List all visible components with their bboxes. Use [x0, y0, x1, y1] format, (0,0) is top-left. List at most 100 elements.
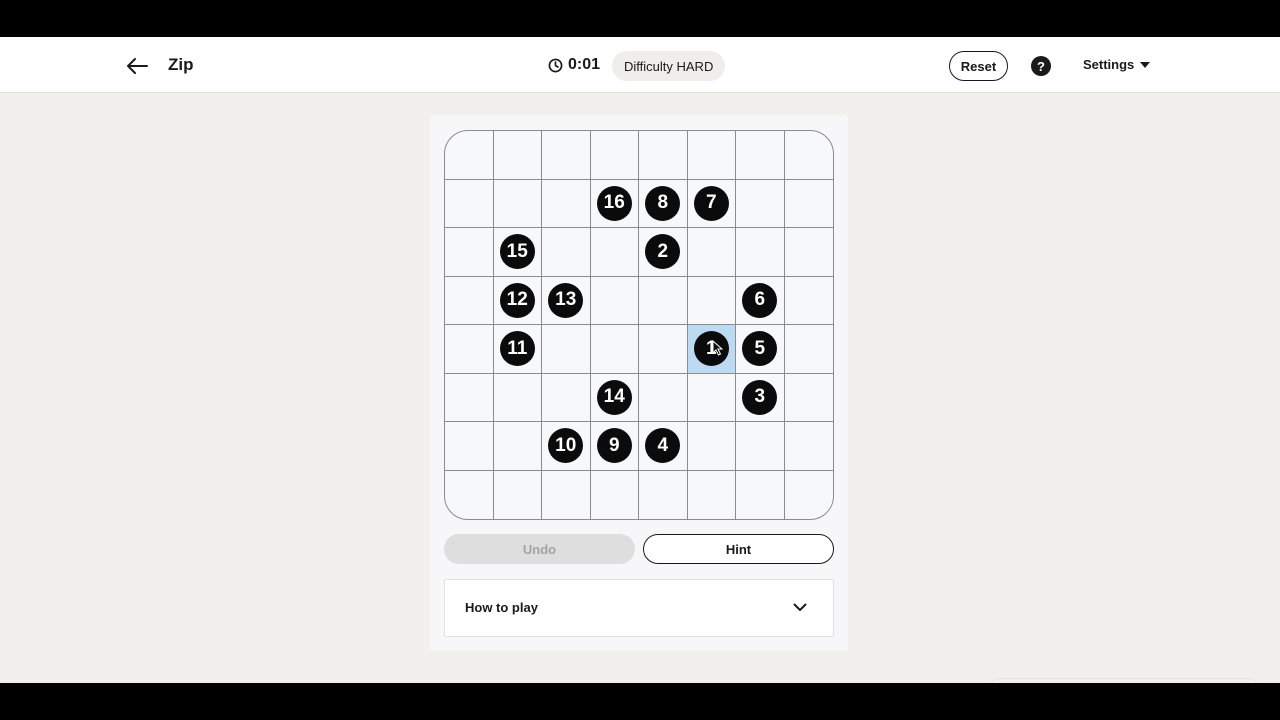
- board-cell[interactable]: [736, 131, 785, 180]
- board-cell[interactable]: [736, 228, 785, 277]
- clue-number: 16: [596, 185, 632, 221]
- letterbox-bottom: [0, 683, 1280, 720]
- puzzle-board[interactable]: 16 8 7 15 2 12 13 6 11 1 5 14 3 10 9 4: [444, 130, 834, 520]
- board-cell[interactable]: [542, 373, 591, 422]
- board-cell[interactable]: [445, 131, 494, 180]
- game-panel: 16 8 7 15 2 12 13 6 11 1 5 14 3 10 9 4 Undo Hint How to…: [430, 115, 848, 651]
- caret-down-icon: [1140, 61, 1151, 68]
- board-cell[interactable]: [784, 374, 833, 422]
- clue-number: 11: [499, 331, 535, 367]
- board-cell[interactable]: [687, 228, 736, 277]
- board-cell[interactable]: 13: [542, 276, 591, 325]
- board-cell[interactable]: 3: [736, 373, 785, 422]
- board-cell[interactable]: [784, 277, 833, 325]
- question-icon: ?: [1037, 58, 1045, 74]
- board-cell[interactable]: [590, 276, 639, 325]
- board-cell[interactable]: 6: [736, 276, 785, 325]
- game-title: Zip: [168, 55, 194, 74]
- board-cell[interactable]: 12: [493, 276, 542, 325]
- board-cell[interactable]: [590, 131, 639, 180]
- board-cell[interactable]: 11: [493, 325, 542, 374]
- board-cell[interactable]: [784, 422, 833, 471]
- board-cell[interactable]: [590, 325, 639, 374]
- board-cell[interactable]: [688, 470, 736, 519]
- board-cell[interactable]: [494, 470, 542, 519]
- top-bar: Zip 0:01 Difficulty HARD Reset ? Setting…: [0, 37, 1280, 93]
- how-to-play-accordion[interactable]: How to play: [444, 579, 834, 637]
- how-to-play-label: How to play: [465, 600, 538, 615]
- board-cell[interactable]: [445, 470, 494, 519]
- board-cell[interactable]: [445, 276, 494, 325]
- board-cell[interactable]: [784, 180, 833, 228]
- board-cell[interactable]: 7: [687, 179, 736, 228]
- board-cell[interactable]: [784, 325, 833, 374]
- board-cell[interactable]: 5: [736, 325, 785, 374]
- board-cell[interactable]: 14: [590, 373, 639, 422]
- timer: 0:01: [548, 56, 600, 74]
- board-cell[interactable]: [687, 373, 736, 422]
- undo-button[interactable]: Undo: [444, 534, 635, 564]
- board-cell[interactable]: [687, 276, 736, 325]
- clue-number: 7: [693, 185, 729, 221]
- clue-number: 4: [645, 428, 681, 464]
- board-cell[interactable]: [445, 179, 494, 228]
- game-viewport: Zip 0:01 Difficulty HARD Reset ? Setting…: [0, 37, 1280, 683]
- board-cell[interactable]: [542, 131, 591, 180]
- board-cell[interactable]: 2: [639, 228, 688, 277]
- settings-label: Settings: [1083, 57, 1135, 72]
- board-cell[interactable]: [542, 325, 591, 374]
- arrow-left-icon: [127, 58, 148, 74]
- board-cell[interactable]: [445, 373, 494, 422]
- board-cell[interactable]: [445, 325, 494, 374]
- chevron-down-icon: [793, 603, 807, 611]
- board-cell[interactable]: [736, 422, 785, 471]
- board-cell[interactable]: [639, 325, 688, 374]
- board-cell[interactable]: [736, 179, 785, 228]
- board-cell[interactable]: [591, 470, 639, 519]
- back-button[interactable]: [122, 51, 152, 81]
- board-cell[interactable]: 4: [639, 422, 688, 471]
- clue-number: 12: [499, 282, 535, 318]
- board-cell[interactable]: [687, 131, 736, 180]
- board-cell[interactable]: [785, 471, 834, 520]
- clue-number: 15: [499, 234, 535, 270]
- board-cell[interactable]: [493, 131, 542, 180]
- board-cell[interactable]: [736, 470, 785, 519]
- hint-button[interactable]: Hint: [643, 534, 834, 564]
- clue-number: 2: [645, 234, 681, 270]
- letterbox-top: [0, 0, 1280, 37]
- clue-number: 3: [742, 379, 778, 415]
- board-cell[interactable]: [639, 276, 688, 325]
- help-button[interactable]: ?: [1031, 56, 1051, 76]
- board-cell[interactable]: [542, 228, 591, 277]
- board-cell[interactable]: [542, 470, 591, 519]
- board-cell[interactable]: [687, 422, 736, 471]
- board-cell[interactable]: [493, 179, 542, 228]
- timer-value: 0:01: [568, 56, 601, 73]
- clue-number: 9: [596, 428, 632, 464]
- board-cell[interactable]: 16: [590, 179, 639, 228]
- settings-dropdown[interactable]: Settings: [1083, 57, 1151, 72]
- difficulty-badge: Difficulty HARD: [612, 51, 726, 81]
- clue-number: 5: [742, 331, 778, 367]
- board-cell[interactable]: [639, 373, 688, 422]
- board-cell[interactable]: 10: [542, 422, 591, 471]
- board-cell[interactable]: 15: [493, 228, 542, 277]
- board-cell[interactable]: 1: [687, 325, 736, 374]
- board-cell[interactable]: [493, 373, 542, 422]
- board-cell[interactable]: [639, 470, 688, 519]
- reset-button[interactable]: Reset: [949, 51, 1008, 81]
- board-cell[interactable]: [590, 228, 639, 277]
- board-cell[interactable]: 9: [590, 422, 639, 471]
- board-cell[interactable]: [784, 131, 833, 180]
- board-cell[interactable]: [639, 131, 688, 180]
- board-cell[interactable]: [445, 422, 494, 471]
- clue-number: 14: [596, 379, 632, 415]
- board-cell[interactable]: [445, 228, 494, 277]
- board-cell[interactable]: [493, 422, 542, 471]
- board-cell[interactable]: [784, 228, 833, 277]
- clue-number: 6: [742, 282, 778, 318]
- board-cell[interactable]: 8: [639, 179, 688, 228]
- clue-number: 13: [548, 282, 584, 318]
- board-cell[interactable]: [542, 179, 591, 228]
